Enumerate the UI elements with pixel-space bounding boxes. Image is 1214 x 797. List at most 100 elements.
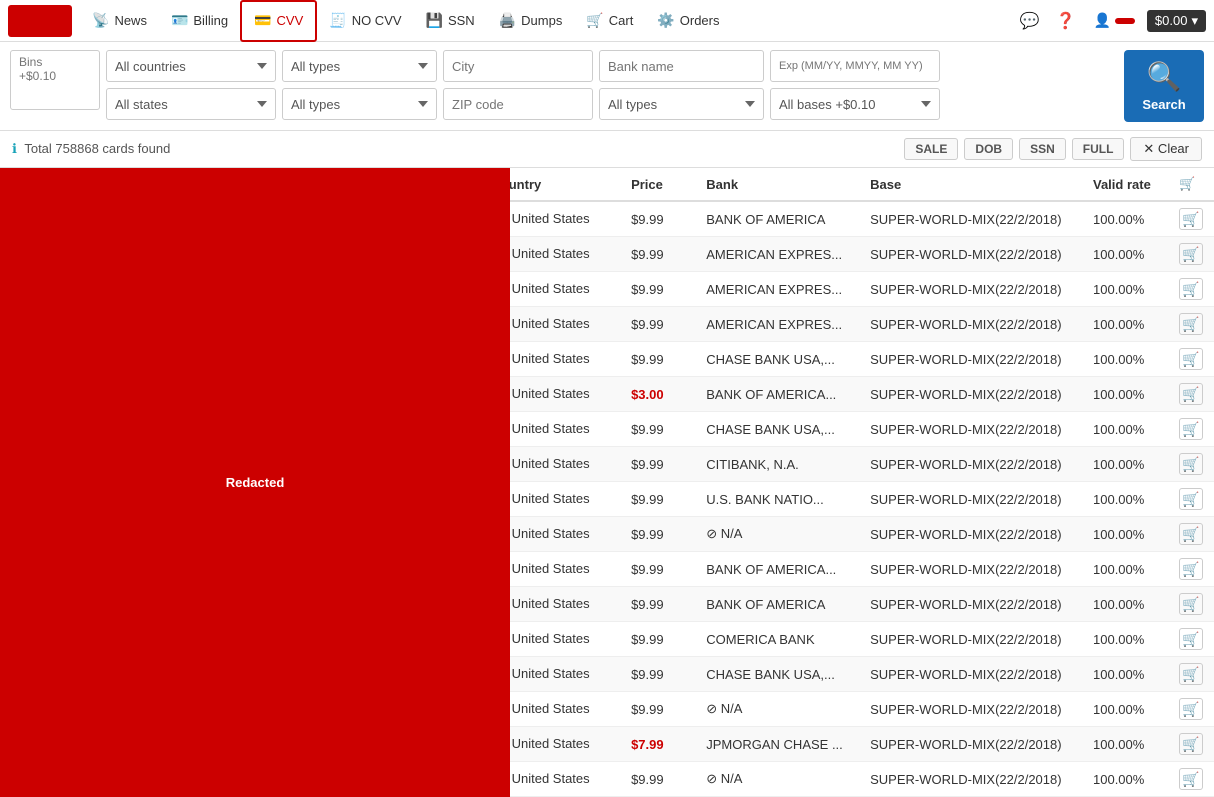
nav-news[interactable]: 📡 News xyxy=(80,0,159,42)
add-to-cart-button[interactable]: 🛒 xyxy=(1179,698,1203,720)
nav-billing-label: Billing xyxy=(193,13,228,28)
cell-valid-rate: 100.00% xyxy=(1085,622,1171,657)
cell-price: $3.00 xyxy=(623,377,698,412)
search-icon: 🔍 xyxy=(1147,60,1182,93)
redacted-text: Redacted xyxy=(226,475,285,490)
add-to-cart-button[interactable]: 🛒 xyxy=(1179,593,1203,615)
ssn-icon: 💾 xyxy=(426,12,443,29)
news-icon: 📡 xyxy=(92,12,109,29)
city-input[interactable] xyxy=(443,50,593,82)
no-cvv-icon: 🧾 xyxy=(329,12,346,29)
full-tag-button[interactable]: FULL xyxy=(1072,138,1125,160)
nav-orders[interactable]: ⚙️ Orders xyxy=(645,0,731,42)
add-to-cart-button[interactable]: 🛒 xyxy=(1179,733,1203,755)
billing-icon: 🪪 xyxy=(171,12,188,29)
cell-bank: CHASE BANK USA,... xyxy=(698,412,862,447)
table-wrapper: Redacted Bin Exp Name City State ZIP Cou… xyxy=(0,168,1214,797)
cell-price: $9.99 xyxy=(623,517,698,552)
add-to-cart-button[interactable]: 🛒 xyxy=(1179,663,1203,685)
navbar: 📡 News 🪪 Billing 💳 CVV 🧾 NO CVV 💾 SSN 🖨️… xyxy=(0,0,1214,42)
add-to-cart-button[interactable]: 🛒 xyxy=(1179,278,1203,300)
results-info: ℹ Total 758868 cards found xyxy=(12,141,170,157)
cell-bank: ⊘ N/A xyxy=(698,692,862,727)
cell-cart-action: 🛒 xyxy=(1171,447,1214,482)
cell-base: SUPER-WORLD-MIX(22/2/2018) xyxy=(862,342,1085,377)
base-select[interactable]: All bases +$0.10 xyxy=(770,88,940,120)
cell-base: SUPER-WORLD-MIX(22/2/2018) xyxy=(862,447,1085,482)
cell-bank: CITIBANK, N.A. xyxy=(698,447,862,482)
th-base: Base xyxy=(862,168,1085,201)
nav-cvv[interactable]: 💳 CVV xyxy=(240,0,317,42)
cell-cart-action: 🛒 xyxy=(1171,587,1214,622)
add-to-cart-button[interactable]: 🛒 xyxy=(1179,383,1203,405)
cell-bank: AMERICAN EXPRES... xyxy=(698,237,862,272)
exp-input[interactable] xyxy=(770,50,940,82)
zip-input[interactable] xyxy=(443,88,593,120)
cell-price: $9.99 xyxy=(623,657,698,692)
cell-cart-action: 🛒 xyxy=(1171,517,1214,552)
ssn-tag-button[interactable]: SSN xyxy=(1019,138,1066,160)
cell-price: $9.99 xyxy=(623,762,698,797)
help-icon-btn[interactable]: ❓ xyxy=(1049,5,1081,37)
nav-no-cvv-label: NO CVV xyxy=(352,13,402,28)
add-to-cart-button[interactable]: 🛒 xyxy=(1179,488,1203,510)
add-to-cart-button[interactable]: 🛒 xyxy=(1179,313,1203,335)
type1-select[interactable]: All types xyxy=(282,50,437,82)
nav-cvv-label: CVV xyxy=(277,13,304,28)
bins-input[interactable] xyxy=(10,50,100,110)
nav-dumps[interactable]: 🖨️ Dumps xyxy=(487,0,575,42)
add-to-cart-button[interactable]: 🛒 xyxy=(1179,523,1203,545)
cell-price: $9.99 xyxy=(623,342,698,377)
bins-area xyxy=(10,50,100,110)
search-label: Search xyxy=(1142,97,1185,112)
username-label xyxy=(1115,18,1135,24)
nav-no-cvv[interactable]: 🧾 NO CVV xyxy=(317,0,413,42)
cell-bank: BANK OF AMERICA... xyxy=(698,377,862,412)
add-to-cart-button[interactable]: 🛒 xyxy=(1179,208,1203,230)
nav-billing[interactable]: 🪪 Billing xyxy=(159,0,240,42)
chat-icon-btn[interactable]: 💬 xyxy=(1013,5,1045,37)
cell-base: SUPER-WORLD-MIX(22/2/2018) xyxy=(862,482,1085,517)
nav-cart[interactable]: 🛒 Cart xyxy=(574,0,645,42)
type2-select[interactable]: All types xyxy=(282,88,437,120)
add-to-cart-button[interactable]: 🛒 xyxy=(1179,768,1203,790)
logo[interactable] xyxy=(8,5,72,37)
type3-select[interactable]: All types xyxy=(599,88,764,120)
clear-button[interactable]: ✕ Clear xyxy=(1130,137,1202,161)
nav-ssn[interactable]: 💾 SSN xyxy=(414,0,487,42)
cell-valid-rate: 100.00% xyxy=(1085,272,1171,307)
cell-price: $9.99 xyxy=(623,307,698,342)
state-select[interactable]: All states xyxy=(106,88,276,120)
cell-base: SUPER-WORLD-MIX(22/2/2018) xyxy=(862,201,1085,237)
th-price: Price xyxy=(623,168,698,201)
cell-base: SUPER-WORLD-MIX(22/2/2018) xyxy=(862,762,1085,797)
bank-input[interactable] xyxy=(599,50,764,82)
country-select[interactable]: All countriesUnited StatesUnited Kingdom… xyxy=(106,50,276,82)
add-to-cart-button[interactable]: 🛒 xyxy=(1179,348,1203,370)
search-button[interactable]: 🔍 Search xyxy=(1124,50,1204,122)
cell-base: SUPER-WORLD-MIX(22/2/2018) xyxy=(862,587,1085,622)
cell-base: SUPER-WORLD-MIX(22/2/2018) xyxy=(862,377,1085,412)
cell-valid-rate: 100.00% xyxy=(1085,587,1171,622)
add-to-cart-button[interactable]: 🛒 xyxy=(1179,418,1203,440)
cell-valid-rate: 100.00% xyxy=(1085,447,1171,482)
sale-tag-button[interactable]: SALE xyxy=(904,138,958,160)
cell-cart-action: 🛒 xyxy=(1171,727,1214,762)
add-to-cart-button[interactable]: 🛒 xyxy=(1179,628,1203,650)
nav-orders-label: Orders xyxy=(680,13,720,28)
add-to-cart-button[interactable]: 🛒 xyxy=(1179,243,1203,265)
cell-cart-action: 🛒 xyxy=(1171,237,1214,272)
cell-valid-rate: 100.00% xyxy=(1085,762,1171,797)
cell-price: $9.99 xyxy=(623,552,698,587)
filter-grid: All countriesUnited StatesUnited Kingdom… xyxy=(106,50,1118,120)
cell-price: $9.99 xyxy=(623,482,698,517)
add-to-cart-button[interactable]: 🛒 xyxy=(1179,453,1203,475)
orders-icon: ⚙️ xyxy=(657,12,674,29)
cell-base: SUPER-WORLD-MIX(22/2/2018) xyxy=(862,622,1085,657)
user-button[interactable]: 👤 xyxy=(1085,8,1142,33)
results-count: Total 758868 cards found xyxy=(24,141,170,156)
cell-bank: AMERICAN EXPRES... xyxy=(698,307,862,342)
cell-valid-rate: 100.00% xyxy=(1085,412,1171,447)
add-to-cart-button[interactable]: 🛒 xyxy=(1179,558,1203,580)
dob-tag-button[interactable]: DOB xyxy=(964,138,1013,160)
